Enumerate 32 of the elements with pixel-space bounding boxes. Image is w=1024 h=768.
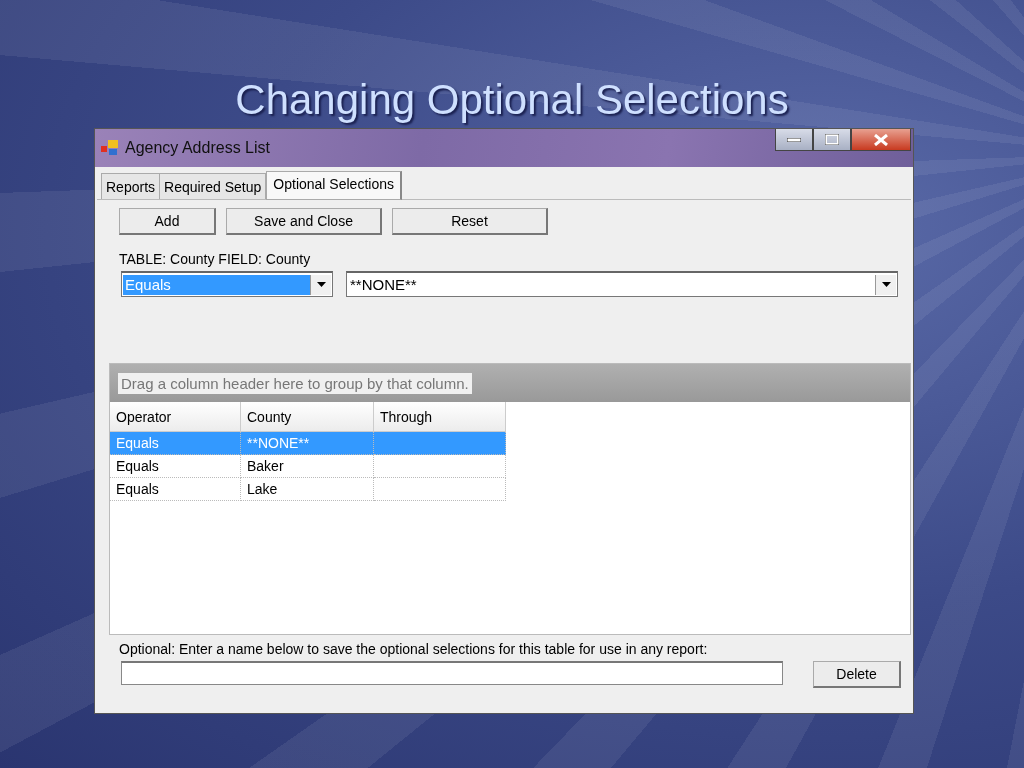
tab[interactable]: Optional Selections	[266, 171, 402, 200]
delete-button[interactable]: Delete	[813, 661, 901, 688]
dropdown-arrow-icon	[881, 282, 891, 287]
column-header[interactable]: Through	[374, 402, 506, 432]
maximize-button[interactable]	[813, 129, 851, 151]
dropdown-arrow-icon	[316, 282, 326, 287]
column-header[interactable]: Operator	[110, 402, 241, 432]
maximize-icon	[825, 134, 839, 145]
table-cell: Equals	[110, 455, 241, 478]
toolbar-button[interactable]: Reset	[392, 208, 548, 235]
name-field[interactable]	[121, 661, 783, 685]
toolbar-button[interactable]: Save and Close	[226, 208, 382, 235]
close-button[interactable]	[851, 129, 911, 151]
group-hint: Drag a column header here to group by that column.	[118, 372, 472, 394]
tab[interactable]: Required Setup	[160, 173, 267, 199]
table-cell: Equals	[110, 478, 241, 501]
minimize-icon	[787, 137, 801, 142]
table-cell: Equals	[110, 432, 241, 455]
minimize-button[interactable]	[775, 129, 813, 151]
value-dropdown[interactable]: **NONE**	[346, 271, 898, 297]
table-cell: Baker	[241, 455, 374, 478]
slide-title: Changing Optional Selections	[235, 75, 789, 124]
window-title: Agency Address List	[125, 139, 270, 157]
filter-label: TABLE: County FIELD: County	[119, 251, 312, 267]
table-cell: **NONE**	[241, 432, 374, 455]
app-icon	[101, 140, 119, 156]
save-label: Optional: Enter a name below to save the optional selections for this table for use in any report:	[119, 641, 709, 657]
toolbar-button[interactable]: Add	[119, 208, 216, 235]
tab[interactable]: Reports	[101, 173, 161, 199]
close-icon	[874, 133, 888, 146]
table-cell: Lake	[241, 478, 374, 501]
column-header[interactable]: County	[241, 402, 374, 432]
